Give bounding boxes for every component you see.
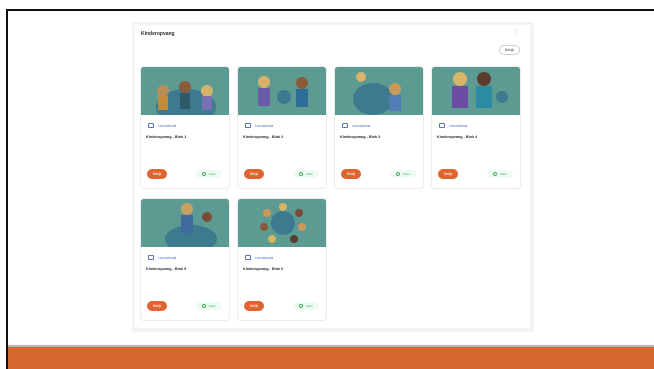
more-options-icon[interactable]: ⋮ — [513, 30, 519, 36]
open-button[interactable]: Bekijk — [244, 301, 264, 311]
course-card-5[interactable]: Lesmateriaal Kinderopvang - Blok 5 Bekij… — [140, 198, 230, 321]
panel-title: Kinderopvang — [141, 31, 175, 37]
card-type-label: Lesmateriaal — [352, 123, 371, 128]
card-type-label: Lesmateriaal — [158, 123, 177, 128]
course-card-4[interactable]: Lesmateriaal Kinderopvang - Blok 4 Bekij… — [431, 66, 521, 189]
card-title: Kinderopvang - Blok 5 — [146, 267, 187, 271]
share-button[interactable]: Delen — [293, 170, 319, 178]
card-title: Kinderopvang - Blok 4 — [437, 135, 478, 139]
lesson-material-icon — [439, 123, 445, 128]
card-type: Lesmateriaal — [148, 122, 176, 129]
share-label: Delen — [402, 172, 411, 176]
panel-top-button[interactable]: Bekijk — [499, 45, 520, 55]
card-type: Lesmateriaal — [439, 122, 467, 129]
open-button[interactable]: Bekijk — [244, 169, 264, 179]
card-type: Lesmateriaal — [245, 254, 273, 261]
card-title: Kinderopvang - Blok 3 — [340, 135, 381, 139]
share-label: Delen — [208, 304, 217, 308]
share-button[interactable]: Delen — [196, 170, 222, 178]
open-button[interactable]: Bekijk — [147, 301, 167, 311]
card-title: Kinderopvang - Blok 6 — [243, 267, 284, 271]
lesson-material-icon — [342, 123, 348, 128]
course-card-2[interactable]: Lesmateriaal Kinderopvang - Blok 2 Bekij… — [237, 66, 327, 189]
footer-bar — [8, 347, 654, 369]
card-image — [335, 67, 423, 115]
share-button[interactable]: Delen — [293, 302, 319, 310]
share-icon — [492, 172, 497, 176]
card-type: Lesmateriaal — [245, 122, 273, 129]
card-type: Lesmateriaal — [342, 122, 370, 129]
share-icon — [395, 172, 400, 176]
lesson-material-icon — [245, 255, 251, 260]
share-icon — [298, 304, 303, 308]
share-icon — [201, 172, 206, 176]
course-card-6[interactable]: Lesmateriaal Kinderopvang - Blok 6 Bekij… — [237, 198, 327, 321]
card-type-label: Lesmateriaal — [255, 255, 274, 260]
open-button[interactable]: Bekijk — [438, 169, 458, 179]
open-button[interactable]: Bekijk — [341, 169, 361, 179]
lesson-material-icon — [148, 123, 154, 128]
lesson-material-icon — [245, 123, 251, 128]
card-image — [238, 199, 326, 247]
share-label: Delen — [305, 304, 314, 308]
card-type: Lesmateriaal — [148, 254, 176, 261]
share-button[interactable]: Delen — [390, 170, 416, 178]
share-button[interactable]: Delen — [487, 170, 513, 178]
share-button[interactable]: Delen — [196, 302, 222, 310]
share-label: Delen — [208, 172, 217, 176]
card-type-label: Lesmateriaal — [449, 123, 468, 128]
card-title: Kinderopvang - Blok 1 — [146, 135, 187, 139]
card-image — [141, 199, 229, 247]
card-title: Kinderopvang - Blok 2 — [243, 135, 284, 139]
lesson-material-icon — [148, 255, 154, 260]
card-image — [238, 67, 326, 115]
card-image — [432, 67, 520, 115]
share-label: Delen — [305, 172, 314, 176]
share-icon — [201, 304, 206, 308]
open-button[interactable]: Bekijk — [147, 169, 167, 179]
card-image — [141, 67, 229, 115]
card-type-label: Lesmateriaal — [255, 123, 274, 128]
course-card-3[interactable]: Lesmateriaal Kinderopvang - Blok 3 Bekij… — [334, 66, 424, 189]
share-icon — [298, 172, 303, 176]
share-label: Delen — [499, 172, 508, 176]
card-type-label: Lesmateriaal — [158, 255, 177, 260]
course-card-1[interactable]: Lesmateriaal Kinderopvang - Blok 1 Bekij… — [140, 66, 230, 189]
